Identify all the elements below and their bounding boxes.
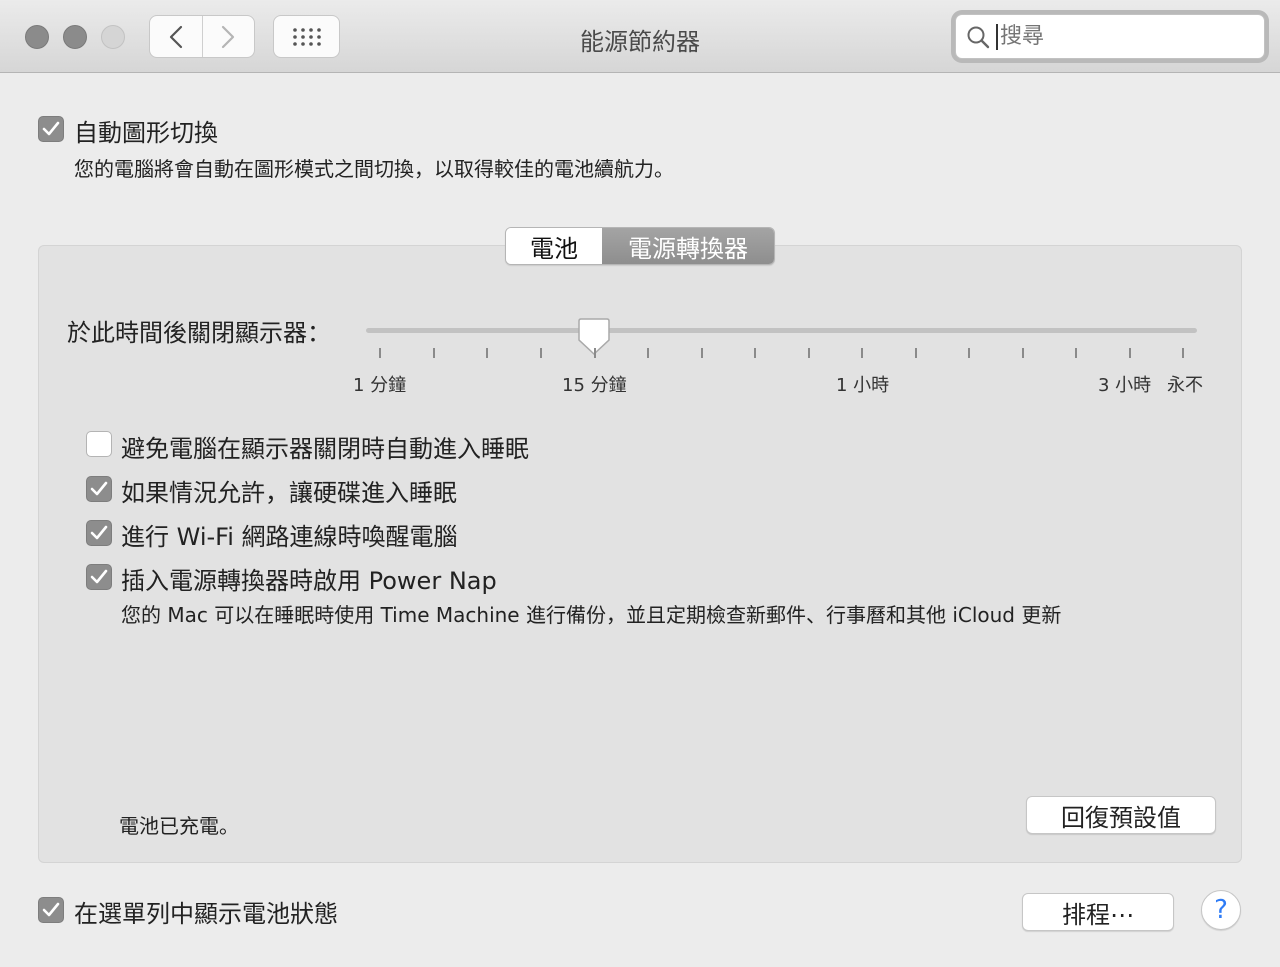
power-nap-label[interactable]: 插入電源轉換器時啟用 Power Nap [121, 561, 497, 596]
checkmark-icon [42, 902, 60, 917]
power-nap-description: 您的 Mac 可以在睡眠時使用 Time Machine 進行備份，並且定期檢查… [121, 603, 1062, 627]
checkmark-icon [42, 121, 60, 136]
disk-sleep-label[interactable]: 如果情況允許，讓硬碟進入睡眠 [121, 473, 457, 508]
schedule-button[interactable]: 排程⋯ [1022, 893, 1174, 931]
tick-label-1-min: 1 分鐘 [353, 375, 407, 396]
slider-tick [861, 348, 863, 358]
search-input[interactable] [996, 23, 1236, 50]
slider-tick [486, 348, 488, 358]
checkmark-icon [90, 525, 108, 540]
power-source-tabs: 電池 電源轉換器 [505, 227, 775, 265]
slider-tick [594, 348, 596, 358]
slider-tick [808, 348, 810, 358]
slider-tick [379, 348, 381, 358]
tick-label-15-min: 15 分鐘 [562, 375, 627, 396]
disk-sleep-checkbox[interactable] [86, 476, 112, 502]
prevent-sleep-label[interactable]: 避免電腦在顯示器關閉時自動進入睡眠 [121, 429, 529, 464]
tab-battery[interactable]: 電池 [506, 228, 602, 264]
checkmark-icon [90, 569, 108, 584]
tick-label-1-hour: 1 小時 [836, 375, 890, 396]
slider-tick [968, 348, 970, 358]
slider-tick [433, 348, 435, 358]
help-button[interactable]: ? [1201, 890, 1241, 930]
slider-tick [1075, 348, 1077, 358]
slider-tick [1129, 348, 1131, 358]
menu-bar-battery-checkbox[interactable] [38, 897, 64, 923]
checkmark-icon [90, 481, 108, 496]
tab-power-adapter[interactable]: 電源轉換器 [602, 228, 774, 264]
tick-label-never: 永不 [1167, 375, 1203, 396]
tick-label-3-hours: 3 小時 [1098, 375, 1152, 396]
search-icon [967, 26, 990, 48]
auto-graphics-label[interactable]: 自動圖形切換 [74, 113, 218, 148]
auto-graphics-checkbox[interactable] [38, 116, 64, 142]
slider-tick [1182, 348, 1184, 358]
restore-defaults-button[interactable]: 回復預設值 [1026, 796, 1216, 834]
power-nap-checkbox[interactable] [86, 564, 112, 590]
search-field[interactable] [955, 14, 1265, 59]
display-sleep-label: 於此時間後關閉顯示器： [67, 319, 331, 347]
slider-tick [647, 348, 649, 358]
title-bar: 能源節約器 [0, 0, 1280, 73]
slider-tick [754, 348, 756, 358]
menu-bar-battery-label[interactable]: 在選單列中顯示電池狀態 [74, 894, 338, 929]
slider-tick [915, 348, 917, 358]
slider-tick [701, 348, 703, 358]
display-sleep-slider-track[interactable] [366, 328, 1197, 333]
wake-wifi-checkbox[interactable] [86, 520, 112, 546]
wake-wifi-label[interactable]: 進行 Wi-Fi 網路連線時喚醒電腦 [121, 517, 458, 552]
auto-graphics-description: 您的電腦將會自動在圖形模式之間切換，以取得較佳的電池續航力。 [74, 157, 674, 181]
prevent-sleep-checkbox[interactable] [86, 431, 112, 457]
battery-status-text: 電池已充電。 [119, 814, 239, 838]
slider-tick [1022, 348, 1024, 358]
slider-tick [540, 348, 542, 358]
